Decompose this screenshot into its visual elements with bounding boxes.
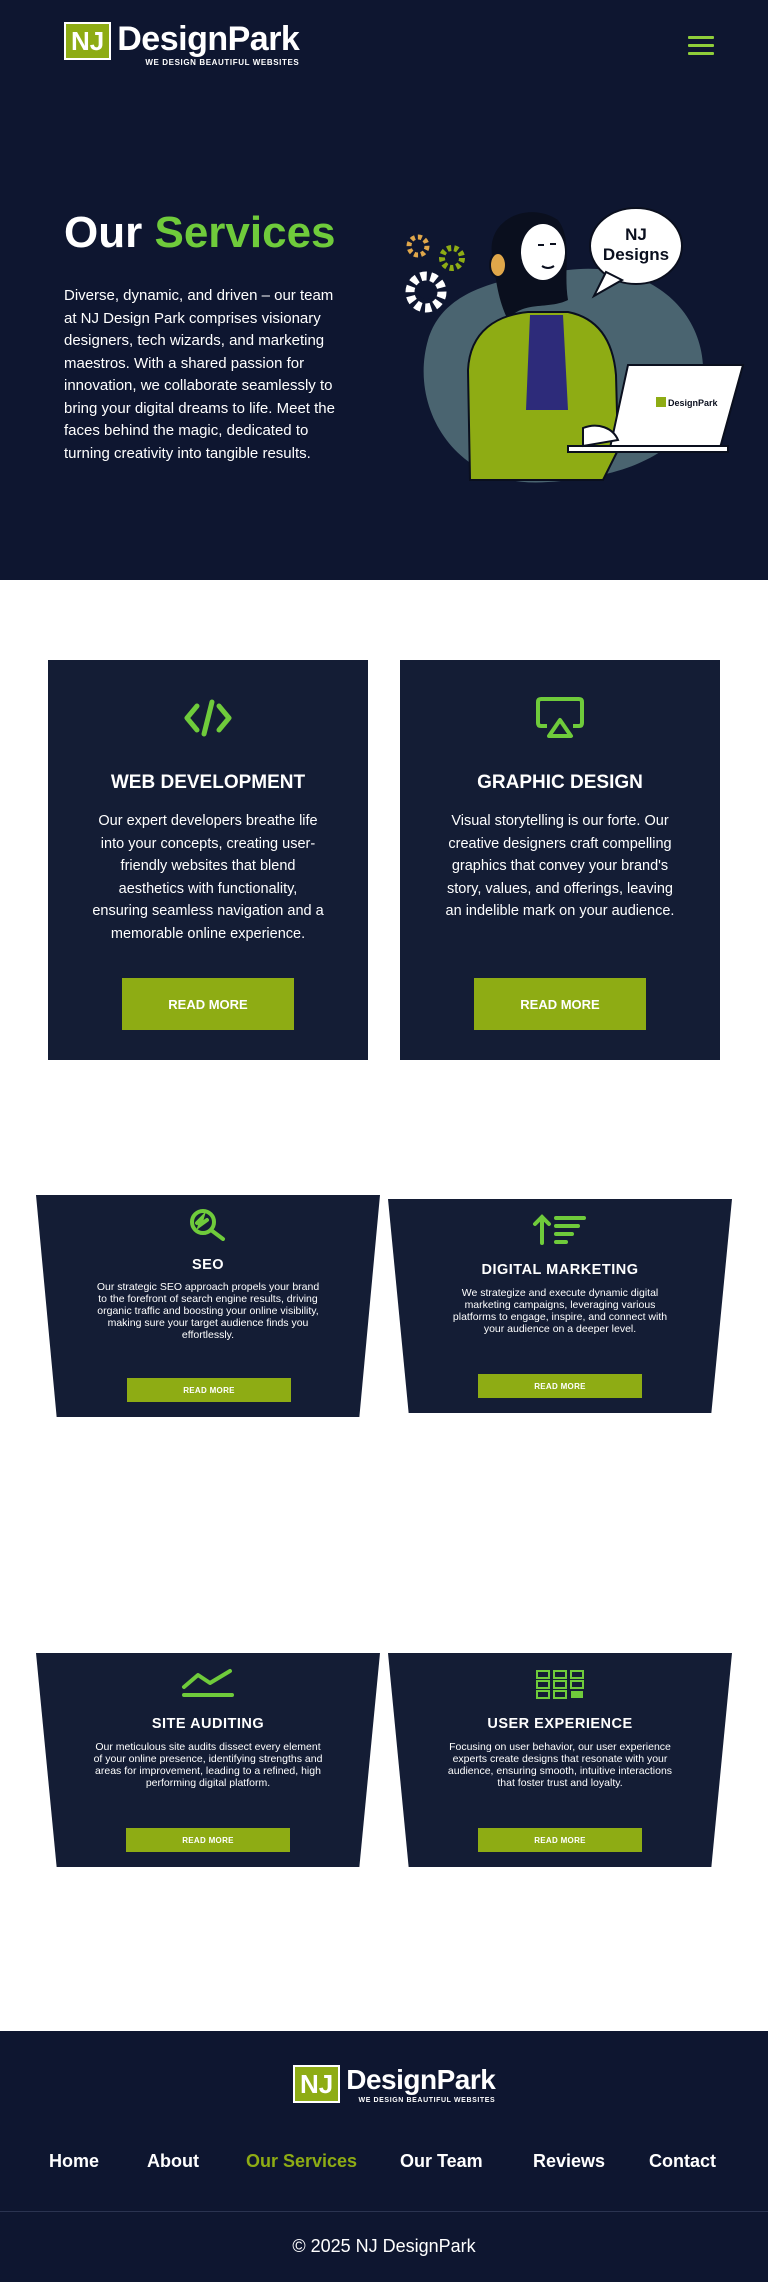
copyright: © 2025 NJ DesignPark: [292, 2236, 476, 2256]
logo-name: DesignPark: [346, 2064, 496, 2095]
header-logo[interactable]: NJ DesignPark WE DESIGN BEAUTIFUL WEBSIT…: [64, 20, 300, 67]
page-title-plain: Our: [64, 208, 143, 257]
bubble-line1: NJ: [625, 225, 647, 244]
service-description: Our meticulous site audits dissect every…: [93, 1741, 323, 1789]
hero-description: Diverse, dynamic, and driven – our team …: [64, 287, 335, 462]
service-title: SITE AUDITING: [151, 1716, 265, 1732]
service-card-seo: SEO Our strategic SEO approach propels y…: [36, 1195, 380, 1417]
bubble-line2: Designs: [603, 245, 669, 264]
footer-nav-home[interactable]: Home: [49, 2151, 99, 2172]
seo-magnifier-icon: [36, 1207, 380, 1241]
footer-nav-our-team[interactable]: Our Team: [400, 2151, 483, 2172]
footer-divider: [0, 2211, 768, 2212]
read-more-button[interactable]: READ MORE: [127, 1378, 291, 1402]
service-card-site-auditing: SITE AUDITING Our meticulous site audits…: [36, 1653, 380, 1867]
logo-tagline: WE DESIGN BEAUTIFUL WEBSITES: [358, 2097, 496, 2104]
read-more-button[interactable]: READ MORE: [122, 978, 294, 1030]
logo-initials: NJ: [64, 22, 112, 60]
service-description: Our strategic SEO approach propels your …: [96, 1281, 320, 1341]
service-card-digital-marketing: DIGITAL MARKETING We strategize and exec…: [388, 1199, 732, 1413]
service-description: We strategize and execute dynamic digita…: [452, 1287, 668, 1335]
service-card-user-experience: USER EXPERIENCE Focusing on user behavio…: [388, 1653, 732, 1867]
service-title: USER EXPERIENCE: [487, 1716, 633, 1732]
service-description: Our expert developers breathe life into …: [92, 813, 324, 942]
laptop-logo: DesignPark: [668, 398, 719, 408]
logo-name: DesignPark: [117, 20, 300, 58]
service-description: Visual storytelling is our forte. Our cr…: [445, 813, 675, 919]
footer-logo[interactable]: NJ DesignPark WE DESIGN BEAUTIFUL WEBSIT…: [293, 2064, 496, 2104]
airplay-icon: [400, 696, 720, 740]
service-title: GRAPHIC DESIGN: [477, 772, 643, 793]
grid-layout-icon: [388, 1669, 732, 1699]
logo-tagline: WE DESIGN BEAUTIFUL WEBSITES: [145, 58, 300, 67]
footer: NJ DesignPark WE DESIGN BEAUTIFUL WEBSIT…: [0, 2031, 768, 2282]
service-card-web-development: WEB DEVELOPMENT Our expert developers br…: [48, 660, 368, 1060]
footer-nav-about[interactable]: About: [147, 2151, 199, 2172]
service-description: Focusing on user behavior, our user expe…: [447, 1741, 673, 1789]
service-card-graphic-design: GRAPHIC DESIGN Visual storytelling is ou…: [400, 660, 720, 1060]
service-title: SEO: [191, 1257, 225, 1273]
read-more-button[interactable]: READ MORE: [474, 978, 646, 1030]
gear-icon: [405, 234, 465, 313]
footer-nav-our-services[interactable]: Our Services: [246, 2151, 357, 2172]
service-title: DIGITAL MARKETING: [481, 1262, 639, 1278]
read-more-button[interactable]: READ MORE: [478, 1828, 642, 1852]
footer-nav-reviews[interactable]: Reviews: [533, 2151, 605, 2172]
trend-line-icon: [36, 1667, 380, 1699]
footer-nav-contact[interactable]: Contact: [649, 2151, 716, 2172]
logo-initials: NJ: [293, 2065, 341, 2103]
footer-nav: Home About Our Services Our Team Reviews…: [0, 2151, 768, 2181]
sort-up-icon: [388, 1213, 732, 1245]
hamburger-menu-icon[interactable]: [688, 36, 714, 56]
designer-illustration: NJ Designs DesignPark: [405, 207, 745, 483]
page-title-accent: Services: [154, 208, 336, 257]
code-icon: [48, 696, 368, 740]
read-more-button[interactable]: READ MORE: [126, 1828, 290, 1852]
read-more-button[interactable]: READ MORE: [478, 1374, 642, 1398]
page-title: Our Services: [64, 208, 336, 258]
service-title: WEB DEVELOPMENT: [110, 772, 306, 793]
hero-section: NJ DesignPark WE DESIGN BEAUTIFUL WEBSIT…: [0, 0, 768, 580]
